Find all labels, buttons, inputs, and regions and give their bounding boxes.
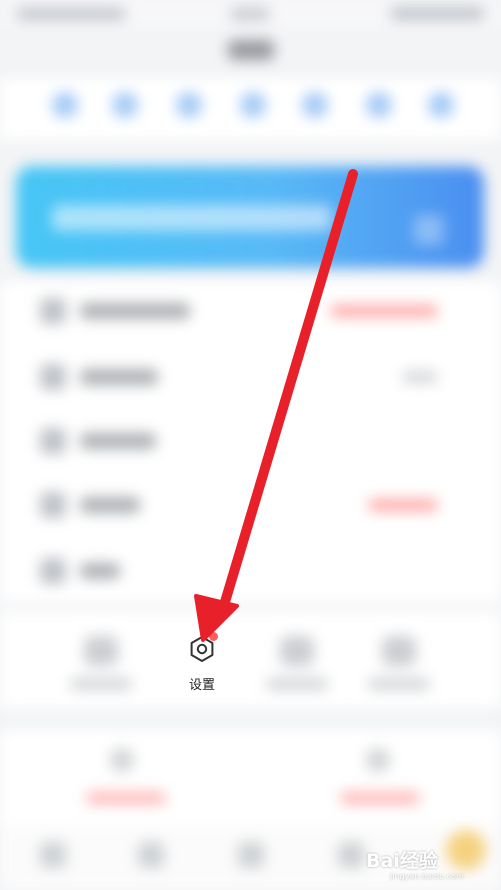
list-item-badge (368, 499, 438, 511)
tab-icon[interactable] (40, 842, 66, 868)
tool-label (70, 678, 132, 690)
list-item-value (402, 371, 438, 383)
list-item-icon (40, 492, 66, 518)
list-item-icon (40, 298, 66, 324)
list-item-icon (40, 428, 66, 454)
tools-row (0, 612, 501, 708)
quick-icon[interactable] (428, 92, 454, 118)
settings-button[interactable]: 设置 (170, 628, 234, 698)
page-title (228, 40, 274, 60)
list-item-icon (40, 364, 66, 390)
card-badge (86, 792, 166, 804)
list-item-icon (40, 558, 66, 584)
list-item[interactable] (80, 433, 156, 449)
card-icon[interactable] (110, 748, 134, 772)
list-item[interactable] (80, 369, 158, 385)
card-icon[interactable] (366, 748, 390, 772)
tool-icon[interactable] (382, 636, 416, 666)
watermark-url: jingyan.baidu.com (390, 872, 464, 881)
list-item[interactable] (80, 303, 190, 319)
tool-icon[interactable] (280, 636, 314, 666)
quick-icon[interactable] (366, 92, 392, 118)
promo-banner-mark (414, 215, 444, 245)
tool-icon[interactable] (84, 636, 118, 666)
notification-dot (209, 632, 218, 641)
quick-icon[interactable] (112, 92, 138, 118)
status-bar-left (16, 8, 126, 20)
list-item[interactable] (80, 497, 140, 513)
quick-icon[interactable] (240, 92, 266, 118)
list-item-badge (330, 305, 438, 317)
card-badge (340, 792, 420, 804)
watermark-text: Bai经验 (366, 850, 438, 872)
status-bar-time (230, 8, 270, 20)
cards-section (0, 730, 501, 840)
list-item[interactable] (80, 563, 120, 579)
tab-icon[interactable] (138, 842, 164, 868)
tab-icon[interactable] (238, 842, 264, 868)
quick-icon[interactable] (52, 92, 78, 118)
promo-banner-text (52, 205, 332, 231)
quick-icon[interactable] (176, 92, 202, 118)
watermark-logo: Bai经验 jingyan.baidu.com (360, 844, 496, 884)
tool-label (368, 678, 430, 690)
tool-label (266, 678, 328, 690)
menu-list (0, 282, 501, 602)
settings-label: 设置 (188, 678, 215, 693)
blurred-background (0, 0, 501, 890)
status-bar-right (390, 7, 485, 20)
quick-icon[interactable] (302, 92, 328, 118)
